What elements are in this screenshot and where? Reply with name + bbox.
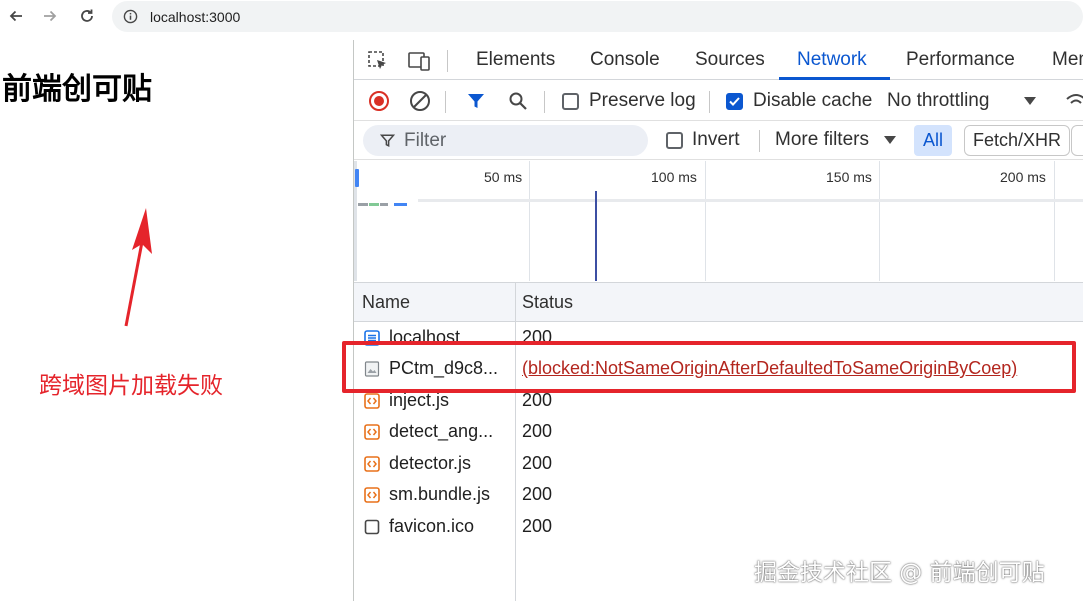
filter-chip-fetch-xhr[interactable]: Fetch/XHR xyxy=(964,125,1071,156)
browser-toolbar: localhost:3000 xyxy=(0,0,1083,33)
tab-network[interactable]: Network xyxy=(797,49,867,71)
forward-button[interactable] xyxy=(40,6,60,26)
tab-console[interactable]: Console xyxy=(590,49,660,71)
filter-chip-all[interactable]: All xyxy=(914,125,952,156)
search-icon[interactable] xyxy=(506,90,530,112)
table-row[interactable]: sm.bundle.js 200 xyxy=(354,480,1083,511)
screen: localhost:3000 前端创可贴 跨域图片加载失败 Elements C… xyxy=(0,0,1083,601)
filter-input[interactable]: Filter xyxy=(363,125,648,156)
tick-line-100 xyxy=(705,161,706,281)
waterfall-bar xyxy=(358,203,368,206)
tick-line-200 xyxy=(1054,161,1055,281)
toolbar-divider-2 xyxy=(544,91,545,113)
more-filters-dropdown-icon[interactable] xyxy=(884,136,896,145)
table-row[interactable]: detector.js 200 xyxy=(354,449,1083,480)
more-filters-button[interactable]: More filters xyxy=(775,129,869,151)
waterfall-bar xyxy=(394,203,407,206)
devtools-tabbar: Elements Console Sources Network Perform… xyxy=(354,40,1083,80)
script-icon xyxy=(364,487,380,503)
watermark: 掘金技术社区 @ 前端创可贴 xyxy=(754,560,1045,586)
forward-arrow-icon xyxy=(44,10,57,22)
throttling-select[interactable]: No throttling xyxy=(887,90,989,112)
reload-icon xyxy=(81,9,93,22)
table-row[interactable]: favicon.ico 200 xyxy=(354,512,1083,543)
record-stop-icon[interactable] xyxy=(367,90,391,112)
script-icon xyxy=(364,424,380,440)
script-icon xyxy=(364,456,380,472)
tick-label: 50 ms xyxy=(484,169,523,185)
url-text: localhost:3000 xyxy=(150,8,241,25)
table-row[interactable]: detect_ang... 200 xyxy=(354,417,1083,448)
tick-label: 200 ms xyxy=(1000,169,1046,185)
column-header-name[interactable]: Name xyxy=(362,292,410,313)
address-bar[interactable]: localhost:3000 xyxy=(112,1,1083,32)
load-event-marker xyxy=(595,191,597,281)
request-name: detector.js xyxy=(389,453,472,473)
tab-elements[interactable]: Elements xyxy=(476,49,555,71)
overview-track xyxy=(418,199,1083,202)
tick-line-150 xyxy=(879,161,880,281)
request-status: 200 xyxy=(522,390,553,410)
script-icon xyxy=(364,393,380,409)
device-toolbar-icon[interactable] xyxy=(407,50,431,72)
request-status: 200 xyxy=(522,453,553,473)
table-header: Name Status xyxy=(354,283,1083,322)
filter-bar: Filter Invert More filters All Fetch/XHR xyxy=(354,122,1083,160)
request-name: favicon.ico xyxy=(389,516,475,536)
request-status: 200 xyxy=(522,516,553,536)
blank-file-icon xyxy=(364,519,380,535)
tick-label: 150 ms xyxy=(826,169,872,185)
request-status: 200 xyxy=(522,484,553,504)
waterfall-bar xyxy=(380,203,388,206)
disable-cache-checkbox[interactable] xyxy=(726,93,743,110)
toolbar-divider-3 xyxy=(709,91,710,113)
invert-checkbox[interactable] xyxy=(666,132,683,149)
inspect-element-icon[interactable] xyxy=(366,50,390,72)
reload-button[interactable] xyxy=(77,6,97,26)
network-overview: 50 ms 100 ms 150 ms 200 ms xyxy=(354,161,1083,283)
site-info-icon[interactable] xyxy=(122,9,138,25)
tab-memory[interactable]: Mem xyxy=(1052,49,1083,71)
request-name: inject.js xyxy=(389,390,450,410)
toolbar-divider xyxy=(445,91,446,113)
request-name: sm.bundle.js xyxy=(389,484,491,504)
error-highlight-box xyxy=(342,341,1076,393)
preserve-log-label[interactable]: Preserve log xyxy=(589,90,696,112)
annotation-label: 跨域图片加载失败 xyxy=(39,373,223,399)
disable-cache-label[interactable]: Disable cache xyxy=(753,90,872,112)
network-toolbar: Preserve log Disable cache No throttling xyxy=(354,81,1083,121)
request-status: 200 xyxy=(522,421,553,441)
filter-chip-next[interactable] xyxy=(1071,125,1083,156)
clear-log-icon[interactable] xyxy=(408,90,432,112)
tab-performance[interactable]: Performance xyxy=(906,49,1015,71)
back-arrow-icon xyxy=(9,10,22,22)
throttling-dropdown-icon[interactable] xyxy=(1024,97,1036,106)
back-button[interactable] xyxy=(6,6,26,26)
waterfall-bar xyxy=(369,203,379,206)
tick-label: 100 ms xyxy=(651,169,697,185)
filter-icon xyxy=(380,134,395,147)
filter-placeholder: Filter xyxy=(404,130,447,151)
active-tab-indicator xyxy=(779,77,890,80)
request-name: detect_ang... xyxy=(389,421,494,441)
annotation-arrow-icon xyxy=(124,208,152,327)
overview-handle[interactable] xyxy=(355,169,359,187)
column-header-status[interactable]: Status xyxy=(522,292,573,313)
tab-sources[interactable]: Sources xyxy=(695,49,765,71)
filter-funnel-icon[interactable] xyxy=(464,90,488,112)
network-conditions-icon[interactable] xyxy=(1065,92,1083,110)
invert-label[interactable]: Invert xyxy=(692,129,740,151)
devtools-panel: Elements Console Sources Network Perform… xyxy=(353,40,1083,601)
preserve-log-checkbox[interactable] xyxy=(562,93,579,110)
page-viewport: 前端创可贴 跨域图片加载失败 xyxy=(0,40,353,601)
page-title: 前端创可贴 xyxy=(2,72,152,107)
tick-line-50 xyxy=(529,161,530,281)
checkmark-icon xyxy=(729,97,740,106)
tabbar-divider xyxy=(447,50,448,72)
filterbar-divider xyxy=(759,130,760,152)
